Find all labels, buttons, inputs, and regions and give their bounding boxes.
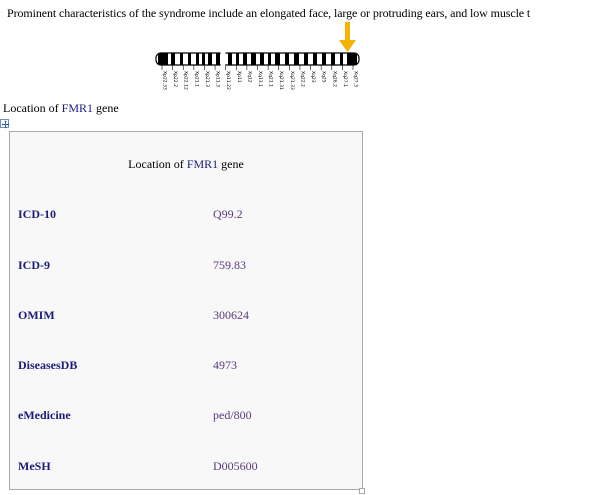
infobox-key-icd9[interactable]: ICD-9 [18, 258, 50, 273]
band-label: Xp22.33 [162, 71, 168, 90]
chromosome-band [196, 53, 199, 65]
infobox-caption-suffix: gene [218, 157, 244, 171]
figure-caption-suffix: gene [93, 101, 119, 115]
infobox-caption-prefix: Location of [128, 157, 187, 171]
band-label: Xq21.33 [289, 71, 295, 90]
intro-paragraph: Prominent characteristics of the syndrom… [7, 6, 531, 20]
table-move-handle-icon[interactable] [0, 119, 10, 129]
infobox-value-diseasesdb[interactable]: 4973 [213, 358, 237, 373]
chromosome-band [158, 53, 168, 65]
band-label: Xq26.2 [331, 71, 337, 87]
infobox-key-mesh[interactable]: MeSH [18, 459, 51, 474]
band-label: Xp11 [236, 71, 242, 83]
infobox-caption: Location of FMR1 gene [10, 157, 362, 172]
infobox-value-icd9[interactable]: 759.83 [213, 258, 246, 273]
chromosome-band [275, 53, 280, 65]
infobox-value-icd10[interactable]: Q99.2 [213, 207, 243, 222]
infobox-key-diseasesdb[interactable]: DiseasesDB [18, 358, 77, 373]
infobox-row-icd10: ICD-10 Q99.2 [18, 207, 348, 223]
chromosome-outline [155, 52, 360, 66]
band-label: Xp22.2 [172, 71, 178, 87]
figure-caption: Location of FMR1 gene [3, 101, 119, 116]
chromosome-band [188, 53, 191, 65]
infobox-table: Location of FMR1 gene ICD-10 Q99.2 ICD-9… [9, 131, 363, 490]
chromosome-band [347, 53, 357, 65]
band-label: Xp21.3 [204, 71, 210, 87]
infobox-key-icd10[interactable]: ICD-10 [18, 207, 56, 222]
figure-caption-prefix: Location of [3, 101, 62, 115]
chromosome-band [313, 53, 317, 65]
infobox-row-omim: OMIM 300624 [18, 308, 348, 324]
chromosome-band [208, 53, 212, 65]
band-label: Xq21.1 [268, 71, 274, 87]
band-label: Xq13.1 [257, 71, 263, 87]
figure-caption-gene-link[interactable]: FMR1 [62, 101, 93, 115]
chromosome-band [322, 53, 326, 65]
chromosome-band [285, 53, 289, 65]
band-label: Xq21.31 [278, 71, 284, 90]
gene-marker-arrow-icon [339, 22, 356, 52]
band-label: Xq27.3 [353, 71, 359, 87]
chromosome-band [294, 53, 299, 65]
band-label: Xp11.3 [215, 71, 221, 87]
chromosome-band [331, 53, 335, 65]
chromosome-band [171, 53, 175, 65]
band-label: Xq22.2 [299, 71, 305, 87]
infobox-key-omim[interactable]: OMIM [18, 308, 55, 323]
chromosome-band [268, 53, 271, 65]
band-label: Xp21.1 [193, 71, 199, 87]
chromosome-band [228, 53, 232, 65]
chromosome-band [340, 53, 343, 65]
band-label: Xq27.1 [342, 71, 348, 87]
infobox-row-icd9: ICD-9 759.83 [18, 258, 348, 274]
band-label: Xq12 [246, 71, 252, 83]
chromosome-ideogram: Xp22.33 Xp22.2 Xp22.12 Xp21.1 Xp21.3 Xp11.3 Xp… [155, 22, 360, 90]
chromosome-band [243, 53, 247, 65]
chromosome-band [202, 53, 205, 65]
chromosome-band [180, 53, 183, 65]
band-label: Xq25 [321, 71, 327, 83]
infobox-row-mesh: MeSH D005600 [18, 459, 348, 475]
chromosome-band [260, 53, 264, 65]
chromosome-band [216, 53, 220, 65]
infobox-value-mesh[interactable]: D005600 [213, 459, 258, 474]
infobox-row-emedicine: eMedicine ped/800 [18, 408, 348, 424]
chromosome-band [304, 53, 308, 65]
infobox-caption-gene-link[interactable]: FMR1 [187, 157, 218, 171]
band-label: Xq23 [310, 71, 316, 83]
infobox-key-emedicine[interactable]: eMedicine [18, 408, 71, 423]
infobox-value-emedicine[interactable]: ped/800 [213, 408, 252, 423]
infobox-value-omim[interactable]: 300624 [213, 308, 249, 323]
chromosome-band [236, 53, 239, 65]
table-resize-handle[interactable] [359, 488, 365, 494]
infobox-row-diseasesdb: DiseasesDB 4973 [18, 358, 348, 374]
band-label: Xp22.12 [183, 71, 189, 90]
chromosome-band [251, 53, 256, 65]
band-label: Xp11.22 [225, 71, 231, 90]
